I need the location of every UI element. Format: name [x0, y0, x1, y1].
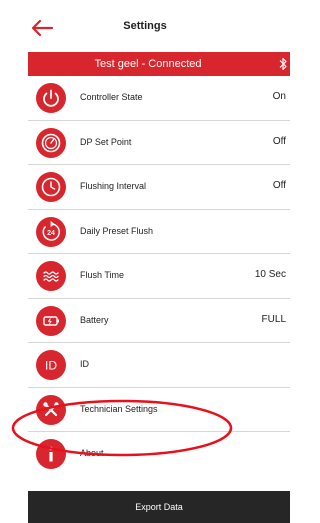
settings-list: Controller State On DP Set Point Off Flu… — [28, 76, 290, 477]
setting-row-daily-preset-flush[interactable]: 24 Daily Preset Flush — [28, 209, 290, 254]
setting-row-flush-time[interactable]: Flush Time 10 Sec — [28, 254, 290, 299]
setting-label: Flush Time — [80, 270, 125, 280]
gauge-icon — [36, 127, 66, 158]
info-icon — [36, 439, 66, 469]
page-title: Settings — [123, 20, 167, 32]
setting-label: ID — [80, 359, 89, 369]
setting-label: About — [80, 448, 104, 458]
id-icon: ID — [36, 350, 66, 380]
connection-status: Test geel - Connected — [94, 58, 202, 70]
export-data-label: Export Data — [135, 502, 183, 512]
bluetooth-icon — [279, 57, 287, 71]
setting-label: Daily Preset Flush — [80, 225, 154, 236]
setting-row-about[interactable]: About — [28, 432, 290, 477]
power-icon — [36, 83, 66, 113]
setting-value: 10 Sec — [254, 269, 286, 280]
setting-label: Controller State — [80, 92, 143, 102]
connection-bar: Test geel - Connected — [28, 52, 290, 76]
setting-row-id[interactable]: ID ID — [28, 343, 290, 388]
setting-label: Battery — [80, 314, 109, 325]
setting-label: Flushing Interval — [80, 181, 147, 191]
setting-label: Technician Settings — [80, 403, 158, 414]
setting-row-flushing-interval[interactable]: Flushing Interval Off — [28, 165, 290, 210]
setting-row-controller-state[interactable]: Controller State On — [28, 76, 290, 121]
export-data-button[interactable]: Export Data — [28, 491, 290, 523]
setting-value: On — [272, 91, 286, 102]
battery-icon — [36, 305, 66, 336]
clock-icon — [36, 172, 66, 202]
setting-row-technician-settings[interactable]: Technician Settings — [28, 387, 290, 432]
setting-value: FULL — [261, 313, 286, 325]
setting-label: DP Set Point — [80, 136, 132, 147]
setting-row-battery[interactable]: Battery FULL — [28, 298, 290, 343]
setting-value: Off — [272, 180, 286, 191]
setting-value: Off — [272, 135, 286, 147]
setting-row-dp-set-point[interactable]: DP Set Point Off — [28, 120, 290, 165]
24h-icon: 24 — [36, 216, 66, 247]
24h-icon-text: 24 — [47, 230, 55, 237]
waves-icon — [36, 261, 66, 291]
id-icon-text: ID — [45, 359, 57, 373]
tools-icon — [36, 394, 66, 425]
header: Settings — [0, 0, 290, 52]
